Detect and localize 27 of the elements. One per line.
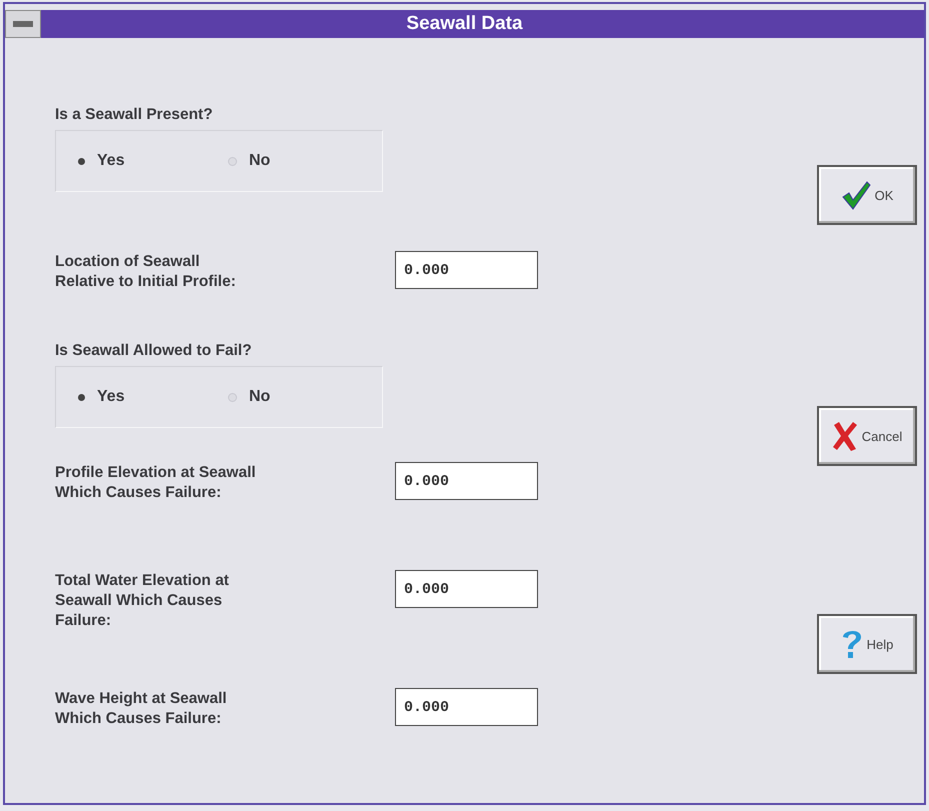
question-mark-icon	[840, 628, 863, 660]
input-field[interactable]: 0.000	[395, 251, 538, 289]
field-label: Wave Height at Seawall Which Causes Failure:	[55, 689, 228, 729]
option-label: Yes	[97, 152, 125, 170]
input-field[interactable]: 0.000	[395, 462, 538, 500]
cancel-button[interactable]: Cancel	[817, 406, 917, 466]
radio-button[interactable]	[78, 394, 85, 400]
field-label: Profile Elevation at Seawall Which Causes Failure:	[55, 463, 257, 503]
window-title: Seawall Data	[405, 13, 524, 35]
help-button[interactable]: Help	[817, 614, 917, 674]
field-label: Location of Seawall Relative to Initial Profile:	[55, 252, 237, 292]
check-icon	[840, 180, 871, 210]
option-label: No	[249, 388, 270, 406]
option-label: No	[249, 152, 270, 170]
cross-icon	[832, 421, 858, 451]
system-menu-button[interactable]	[5, 10, 41, 38]
question-label: Is a Seawall Present?	[55, 106, 214, 124]
radio-button[interactable]	[78, 158, 85, 164]
option-label: Yes	[97, 388, 125, 406]
radio-button[interactable]	[228, 156, 237, 166]
ok-button[interactable]: OK	[817, 165, 917, 225]
input-field[interactable]: 0.000	[395, 570, 538, 608]
input-field[interactable]: 0.000	[395, 688, 538, 726]
minus-icon	[13, 21, 33, 27]
question-label: Is Seawall Allowed to Fail?	[55, 342, 253, 360]
radio-button[interactable]	[228, 392, 237, 402]
field-label: Total Water Elevation at Seawall Which Causes Failure:	[55, 571, 230, 631]
